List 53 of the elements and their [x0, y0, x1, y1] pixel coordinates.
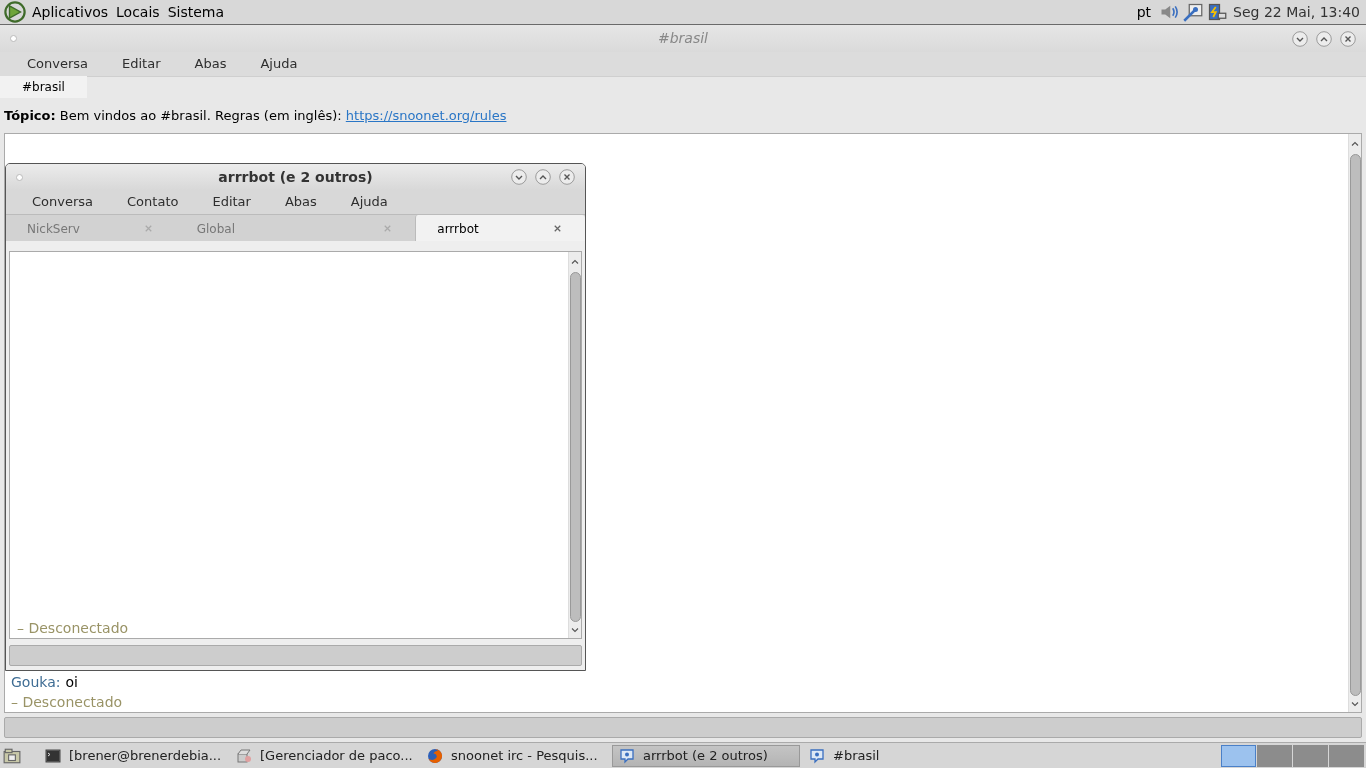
panel-menu[interactable]: Sistema	[167, 1, 225, 23]
menu-item[interactable]: Ajuda	[350, 192, 388, 212]
speech-bubble-icon	[809, 747, 825, 764]
clock[interactable]: Seg 22 Mai, 13:40	[1233, 1, 1360, 23]
window-title: arrrbot (e 2 outros)	[218, 168, 373, 185]
taskbar-item[interactable]: [brener@brenerdebia...	[39, 744, 227, 767]
menu-item[interactable]: Abas	[194, 54, 227, 74]
workspace-button[interactable]	[1221, 744, 1256, 767]
maximize-button[interactable]	[535, 169, 551, 185]
taskbar-item[interactable]: #brasil	[803, 744, 991, 767]
speech-bubble-icon	[619, 747, 635, 764]
battery-icon[interactable]	[1207, 2, 1228, 22]
message-text: oi	[65, 673, 78, 692]
show-desktop-icon[interactable]	[3, 746, 21, 765]
package-icon	[236, 747, 252, 764]
close-tab-icon[interactable]	[552, 223, 563, 234]
message-input[interactable]	[4, 717, 1362, 738]
menu-item[interactable]: Abas	[284, 192, 317, 212]
scrollbar-thumb[interactable]	[569, 272, 581, 622]
scrollbar[interactable]	[568, 252, 581, 638]
minimize-button[interactable]	[1292, 30, 1308, 47]
message-nick: Gouka:	[11, 673, 61, 692]
terminal-icon	[45, 747, 61, 764]
logo-icon[interactable]	[4, 1, 26, 23]
status-message: – Desconectado	[17, 619, 129, 638]
topic-link[interactable]: https://snoonet.org/rules	[345, 107, 507, 123]
message-input[interactable]	[9, 645, 582, 666]
menu-item[interactable]: Editar	[122, 54, 161, 74]
channel-tab[interactable]: #brasil	[0, 76, 87, 98]
taskbar-item[interactable]: snoonet irc - Pesquis...	[421, 744, 609, 767]
menu-item[interactable]: Editar	[212, 192, 251, 212]
menu-item[interactable]: Contato	[127, 192, 179, 212]
taskbar-item[interactable]: arrrbot (e 2 outros)	[612, 744, 800, 767]
minimize-button[interactable]	[511, 169, 527, 185]
workspace-button[interactable]	[1257, 744, 1292, 767]
network-icon[interactable]	[1183, 2, 1204, 22]
keyboard-layout[interactable]: pt	[1136, 1, 1152, 23]
topic-text: Tópico: Bem vindos ao #brasil. Regras (em inglês): https://snoonet.org/rules	[4, 106, 507, 125]
maximize-button[interactable]	[1316, 30, 1332, 47]
globe-icon	[427, 747, 443, 764]
taskbar-item[interactable]: [Gerenciador de paco...	[230, 744, 418, 767]
workspace-button[interactable]	[1329, 744, 1364, 767]
conversation-tab[interactable]: arrrbot	[415, 215, 585, 242]
status-message: – Desconectado	[11, 693, 123, 712]
menu-item[interactable]: Conversa	[32, 192, 94, 212]
close-button[interactable]	[559, 169, 575, 185]
menu-item[interactable]: Conversa	[27, 54, 89, 74]
panel-menu[interactable]: Locais	[116, 1, 160, 23]
window-title: #brasil	[658, 30, 708, 46]
menu-item[interactable]: Ajuda	[260, 54, 298, 74]
close-button[interactable]	[1340, 30, 1356, 47]
workspace-button[interactable]	[1293, 744, 1328, 767]
panel-menu[interactable]: Aplicativos	[32, 1, 109, 23]
